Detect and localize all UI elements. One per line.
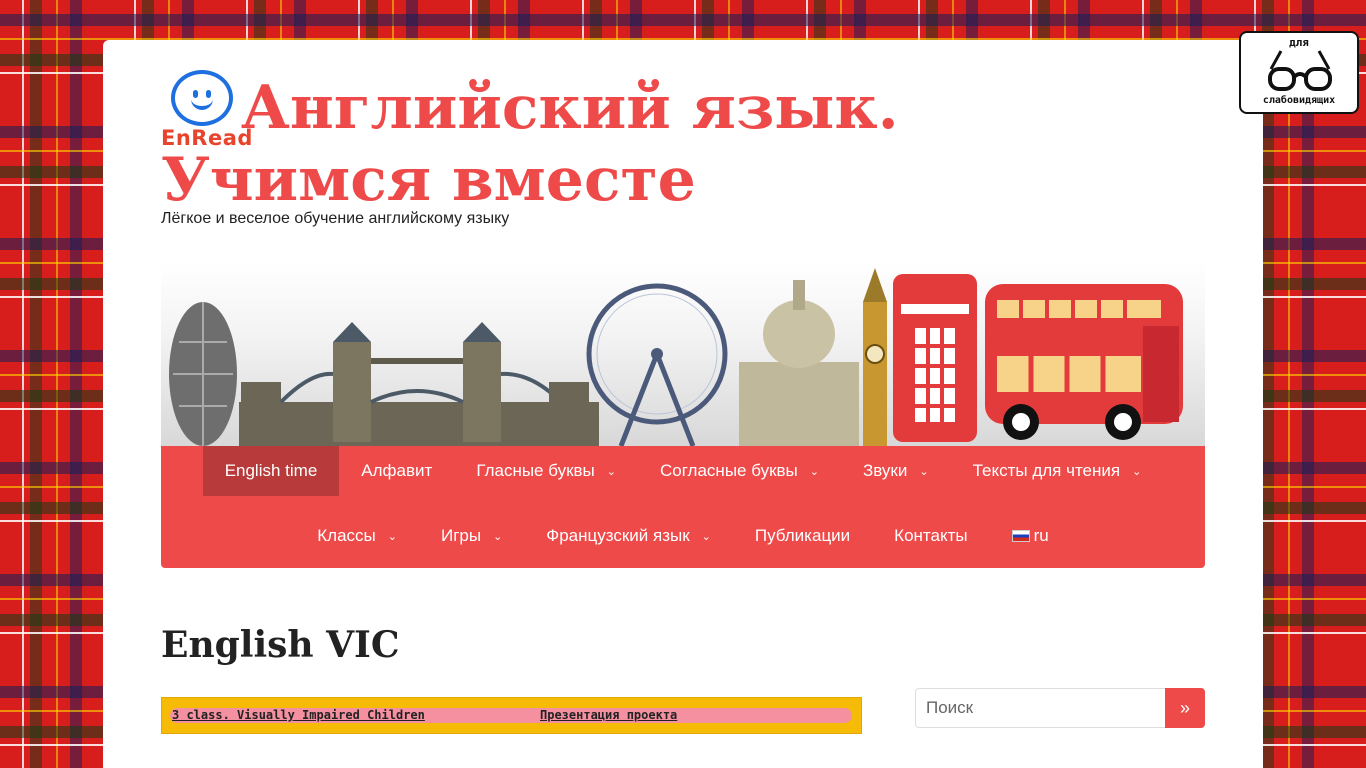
search-button[interactable]: » [1165,688,1205,728]
nav-item-games[interactable]: Игры ⌄ [419,511,524,561]
chevron-down-icon: ⌄ [701,530,711,543]
promo-box: 3 class. Visually Impaired Children През… [161,697,862,734]
nav-item-language[interactable]: ru [990,511,1071,561]
promo-link-presentation[interactable]: Презентация проекта [540,708,677,723]
nav-item-publications[interactable]: Публикации [733,511,872,561]
nav-item-label: Классы [317,526,376,545]
main-navigation: English time Алфавит Гласные буквы ⌄ Сог… [161,446,1205,568]
glasses-icon [1268,50,1332,91]
header-banner [161,262,1205,446]
nav-item-contacts[interactable]: Контакты [872,511,989,561]
site-tagline: Лёгкое и веселое обучение английскому яз… [161,210,510,227]
search-input[interactable] [915,688,1165,728]
visually-impaired-button[interactable]: для слабовидящих [1239,31,1359,114]
nav-row-1: English time Алфавит Гласные буквы ⌄ Сог… [161,446,1205,496]
chevron-down-icon: ⌄ [387,530,397,543]
nav-row-2: Классы ⌄ Игры ⌄ Французский язык ⌄ Публи… [161,511,1205,561]
nav-item-vowels[interactable]: Гласные буквы ⌄ [454,446,638,496]
site-title[interactable]: Английский язык. Учимся вместе [161,72,1121,216]
nav-item-label: Алфавит [361,461,433,480]
nav-item-label: Гласные буквы [476,461,595,480]
nav-item-label: English time [224,461,318,480]
nav-item-label: Игры [440,526,482,545]
promo-link-class[interactable]: 3 class. Visually Impaired Children [172,708,425,723]
nav-item-english-time[interactable]: English time [202,446,340,496]
nav-item-label: Контакты [894,526,968,545]
london-skyline-illustration [169,268,1183,446]
nav-item-sounds[interactable]: Звуки ⌄ [841,446,951,496]
page-container: EnRead Английский язык. Учимся вместе Лё… [103,40,1263,768]
nav-item-consonants[interactable]: Согласные буквы ⌄ [638,446,841,496]
nav-item-label: Французский язык [546,526,690,545]
nav-item-label: ru [1033,526,1049,545]
ru-flag-icon [1011,530,1030,542]
page-title: English VIC [161,624,400,666]
chevron-down-icon: ⌄ [919,465,929,478]
nav-item-label: Публикации [754,526,851,545]
nav-item-label: Согласные буквы [660,461,798,480]
chevron-down-icon: ⌄ [493,530,503,543]
chevron-down-icon: ⌄ [809,465,819,478]
chevron-down-icon: ⌄ [1132,465,1142,478]
nav-item-french[interactable]: Французский язык ⌄ [524,511,733,561]
chevron-down-icon: ⌄ [606,465,616,478]
promo-marquee: 3 class. Visually Impaired Children През… [170,708,852,723]
nav-item-reading-texts[interactable]: Тексты для чтения ⌄ [951,446,1164,496]
vi-bottom-label: слабовидящих [1262,95,1336,106]
search-form: » [915,688,1205,728]
nav-item-label: Тексты для чтения [972,461,1121,480]
nav-item-classes[interactable]: Классы ⌄ [295,511,419,561]
nav-item-label: Звуки [863,461,908,480]
nav-item-alphabet[interactable]: Алфавит [339,446,454,496]
